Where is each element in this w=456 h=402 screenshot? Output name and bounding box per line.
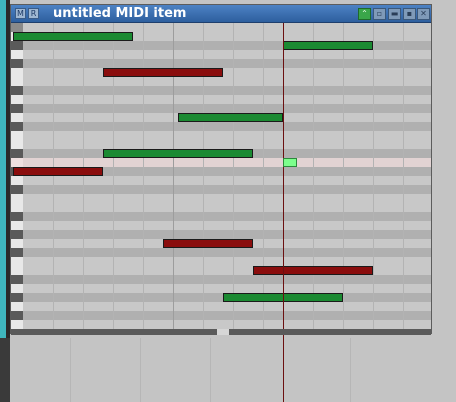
piano-key[interactable] (11, 311, 23, 320)
horizontal-scrollbar[interactable] (11, 329, 431, 335)
lane (23, 248, 431, 257)
piano-key[interactable] (11, 59, 23, 68)
lane (23, 176, 431, 185)
arrange-area-right (432, 4, 456, 338)
piano-key[interactable] (11, 203, 23, 212)
grid-line (83, 23, 84, 329)
grid-line (313, 23, 314, 329)
lane (23, 86, 431, 95)
piano-key[interactable] (11, 230, 23, 239)
grid-line (210, 338, 211, 402)
play-cursor (283, 23, 284, 329)
play-cursor-outer (283, 334, 284, 402)
window-title: untitled MIDI item (53, 6, 187, 21)
midi-icon[interactable]: M (15, 8, 26, 19)
piano-key[interactable] (11, 95, 23, 104)
lane (23, 185, 431, 194)
piano-key[interactable] (11, 320, 23, 329)
record-icon[interactable]: R (28, 8, 39, 19)
lane (23, 194, 431, 203)
lane (23, 275, 431, 284)
grid-line (233, 23, 234, 329)
piano-key[interactable] (11, 284, 23, 293)
grid-line (343, 23, 344, 329)
lane (23, 311, 431, 320)
lane (23, 212, 431, 221)
piano-key[interactable] (11, 50, 23, 59)
piano-key[interactable] (11, 266, 23, 275)
midi-note[interactable] (103, 149, 253, 158)
piano-roll[interactable] (11, 23, 431, 329)
lane (23, 221, 431, 230)
piano-key[interactable] (11, 113, 23, 122)
minimize-icon[interactable]: ▬ (388, 8, 401, 20)
lane (23, 95, 431, 104)
dock-icon[interactable]: ▫ (373, 8, 386, 20)
grid-line (373, 23, 374, 329)
grid-line (403, 23, 404, 329)
piano-key[interactable] (11, 212, 23, 221)
lane (23, 257, 431, 266)
piano-key[interactable] (11, 293, 23, 302)
midi-note[interactable] (13, 32, 133, 41)
piano-key[interactable] (11, 239, 23, 248)
lane (23, 50, 431, 59)
arrange-area[interactable] (0, 338, 456, 402)
piano-key[interactable] (11, 185, 23, 194)
midi-note[interactable] (103, 68, 223, 77)
lane (23, 302, 431, 311)
grid-line (140, 338, 141, 402)
grid-line (53, 23, 54, 329)
lane (23, 284, 431, 293)
piano-key[interactable] (11, 23, 23, 32)
grid-line (70, 338, 71, 402)
restore-icon[interactable]: ⌃ (358, 8, 371, 20)
piano-key[interactable] (11, 257, 23, 266)
track-divider-lower (0, 338, 10, 402)
piano-key[interactable] (11, 275, 23, 284)
midi-note-selected[interactable] (283, 158, 297, 167)
piano-key[interactable] (11, 68, 23, 77)
piano-key[interactable] (11, 86, 23, 95)
lane (23, 122, 431, 131)
lane (23, 59, 431, 68)
lane (23, 230, 431, 239)
piano-key[interactable] (11, 302, 23, 311)
close-icon[interactable]: ✕ (417, 8, 430, 20)
piano-key[interactable] (11, 149, 23, 158)
piano-key[interactable] (11, 194, 23, 203)
lane (23, 23, 431, 32)
scrollbar-thumb[interactable] (217, 329, 229, 335)
lane (23, 140, 431, 149)
lane (23, 104, 431, 113)
grid-line (263, 23, 264, 329)
piano-key[interactable] (11, 158, 23, 167)
midi-note[interactable] (163, 239, 253, 248)
piano-key[interactable] (11, 122, 23, 131)
maximize-icon[interactable]: ▪ (403, 8, 416, 20)
midi-editor-window[interactable]: M R untitled MIDI item ⌃ ▫ ▬ ▪ ✕ (10, 4, 432, 335)
lane (23, 203, 431, 212)
lane (23, 77, 431, 86)
piano-key[interactable] (11, 41, 23, 50)
grid-line (350, 338, 351, 402)
midi-note[interactable] (13, 167, 103, 176)
lane-highlighted (23, 158, 431, 167)
piano-key[interactable] (11, 221, 23, 230)
lane (23, 68, 431, 77)
piano-key[interactable] (11, 104, 23, 113)
piano-key[interactable] (11, 140, 23, 149)
piano-key[interactable] (11, 176, 23, 185)
midi-note[interactable] (253, 266, 373, 275)
midi-note[interactable] (178, 113, 283, 122)
piano-key[interactable] (11, 248, 23, 257)
lane (23, 131, 431, 140)
piano-key[interactable] (11, 131, 23, 140)
piano-key[interactable] (11, 77, 23, 86)
lane (23, 320, 431, 329)
title-bar[interactable]: M R untitled MIDI item ⌃ ▫ ▬ ▪ ✕ (11, 5, 431, 23)
midi-note[interactable] (283, 41, 373, 50)
